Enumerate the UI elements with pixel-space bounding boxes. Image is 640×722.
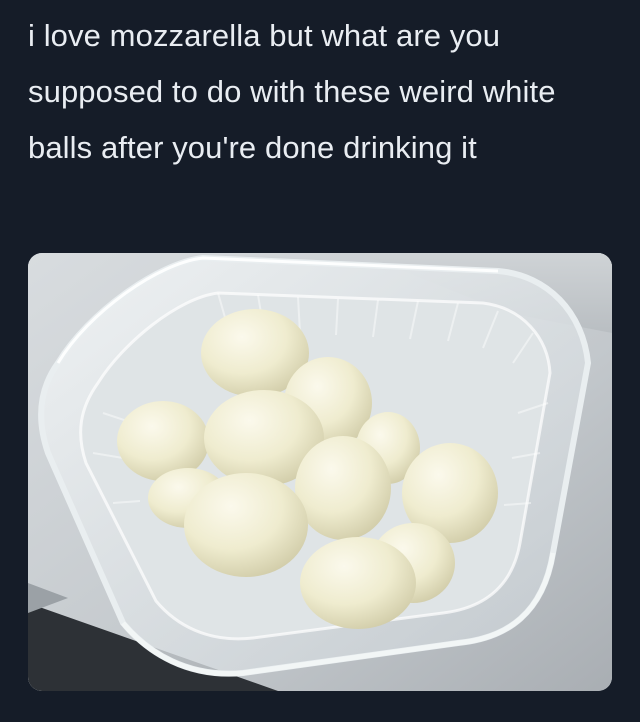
mozzarella-photo	[28, 253, 612, 691]
post-photo[interactable]	[28, 253, 612, 691]
meme-post: i love mozzarella but what are you suppo…	[0, 0, 640, 722]
post-caption: i love mozzarella but what are you suppo…	[28, 18, 556, 165]
